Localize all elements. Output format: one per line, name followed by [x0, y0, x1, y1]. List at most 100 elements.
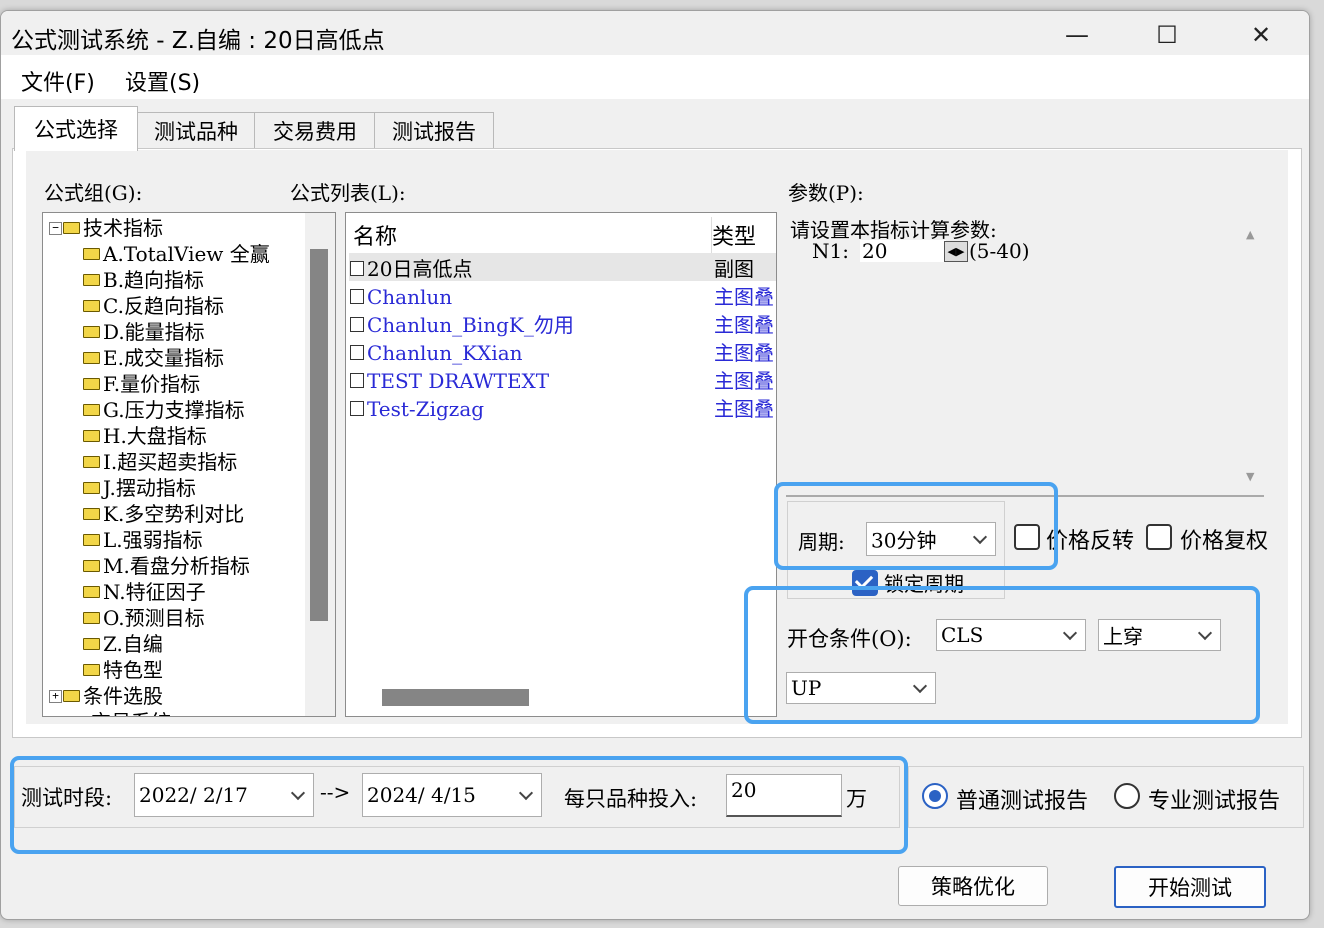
test-period-label: 测试时段: [21, 786, 113, 810]
list-item[interactable]: TEST DRAWTEXT 主图叠 [350, 367, 774, 395]
radio-dot-icon [929, 790, 941, 802]
formula-list[interactable]: 名称 类型 20日高低点 副图 Chanlun 主图叠 Chanlun_BingK_勿用… [345, 212, 777, 717]
tree-item[interactable]: M.看盘分析指标 [83, 553, 250, 579]
start-test-button[interactable]: 开始测试 [1114, 866, 1266, 908]
n1-spin-icon[interactable]: ◀▶ [944, 241, 968, 262]
tab-formula-select[interactable]: 公式选择 [14, 106, 138, 151]
tab-test-symbols[interactable]: 测试品种 [136, 112, 256, 149]
formula-doc-icon [350, 373, 364, 388]
tree-scrollbar[interactable] [305, 213, 335, 716]
folder-icon [83, 585, 100, 598]
folder-icon [83, 299, 100, 312]
invest-input[interactable]: 20 [726, 774, 842, 817]
window-title: 公式测试系统 - Z.自编 : 20日高低点 [11, 28, 385, 54]
menu-settings[interactable]: 设置(S) [125, 65, 200, 97]
optimize-button[interactable]: 策略优化 [898, 866, 1048, 906]
price-reverse-checkbox[interactable] [1014, 524, 1040, 550]
start-date-picker[interactable]: 2022/ 2/17 [134, 773, 314, 817]
formula-group-label: 公式组(G): [44, 181, 143, 205]
invest-unit: 万 [846, 787, 867, 811]
n1-label: N1: [812, 239, 849, 263]
column-header-type[interactable]: 类型 [710, 217, 776, 253]
scroll-up-icon[interactable]: ▲ [1246, 228, 1254, 241]
folder-icon [63, 221, 80, 234]
lock-period-checkbox[interactable] [852, 570, 878, 596]
collapse-icon[interactable]: − [49, 222, 62, 235]
tree-item[interactable]: B.趋向指标 [83, 267, 204, 293]
folder-icon [83, 377, 100, 390]
folder-icon [83, 273, 100, 286]
period-label: 周期: [798, 530, 845, 554]
folder-icon [83, 429, 100, 442]
folder-icon [83, 663, 100, 676]
menu-bar: 文件(F) 设置(S) [1, 55, 1309, 99]
open-folder-icon [83, 637, 100, 650]
formula-list-label: 公式列表(L): [290, 181, 406, 205]
folder-icon [63, 689, 80, 702]
formula-doc-icon [350, 345, 364, 360]
list-item[interactable]: Test-Zigzag 主图叠 [350, 395, 774, 423]
maximize-button[interactable]: ☐ [1137, 15, 1197, 55]
formula-doc-icon [350, 317, 364, 332]
folder-icon [83, 611, 100, 624]
tree-item[interactable]: Z.自编 [83, 631, 163, 657]
tree-item[interactable]: K.多空势利对比 [83, 501, 244, 527]
list-item[interactable]: 20日高低点 副图 [350, 255, 774, 283]
report-normal-radio[interactable] [922, 783, 948, 809]
tree-item[interactable]: E.成交量指标 [83, 345, 224, 371]
chevron-down-icon [972, 529, 988, 545]
tree-item[interactable]: O.预测目标 [83, 605, 205, 631]
tree-item[interactable]: N.特征因子 [83, 579, 206, 605]
folder-icon [83, 481, 100, 494]
condition-target-select[interactable]: UP [786, 672, 936, 704]
lock-period-label: 锁定周期 [884, 572, 964, 596]
formula-doc-icon [350, 401, 364, 416]
report-pro-radio[interactable] [1114, 783, 1140, 809]
list-item[interactable]: Chanlun 主图叠 [350, 283, 774, 311]
tree-item[interactable]: F.量价指标 [83, 371, 200, 397]
condition-field-select[interactable]: CLS [936, 619, 1086, 651]
invest-label: 每只品种投入: [564, 787, 698, 811]
close-button[interactable]: ✕ [1231, 15, 1291, 55]
report-normal-label: 普通测试报告 [956, 789, 1089, 814]
formula-doc-icon [350, 261, 364, 276]
tree-item[interactable]: J.摆动指标 [83, 475, 196, 501]
tree-item[interactable]: G.压力支撑指标 [83, 397, 245, 423]
tab-test-report[interactable]: 测试报告 [374, 112, 494, 149]
chevron-down-icon [290, 785, 306, 801]
list-hscroll-thumb[interactable] [382, 689, 529, 706]
expand-icon[interactable]: + [49, 690, 62, 703]
folder-icon [83, 247, 100, 260]
formula-group-tree[interactable]: − 技术指标 A.TotalView 全赢 B.趋向指标 C.反趋向指标 D.能量指标… [42, 212, 336, 717]
period-select[interactable]: 30分钟 [866, 522, 996, 556]
chevron-down-icon [1062, 625, 1078, 641]
tree-item[interactable]: C.反趋向指标 [83, 293, 224, 319]
open-condition-label: 开仓条件(O): [787, 627, 912, 651]
menu-file[interactable]: 文件(F) [21, 65, 95, 97]
tree-root-condition[interactable]: 条件选股 [63, 683, 163, 709]
list-item[interactable]: Chanlun_KXian 主图叠 [350, 339, 774, 367]
params-scrollbar[interactable]: ▲ ▼ [1240, 212, 1264, 492]
tree-item[interactable]: I.超买超卖指标 [83, 449, 237, 475]
folder-icon [83, 533, 100, 546]
column-header-name[interactable]: 名称 [348, 217, 712, 253]
report-pro-label: 专业测试报告 [1148, 789, 1281, 814]
n1-input[interactable]: 20 [860, 240, 946, 262]
tree-item[interactable]: H.大盘指标 [83, 423, 207, 449]
tree-scroll-thumb[interactable] [310, 249, 328, 621]
scroll-down-icon[interactable]: ▼ [1246, 470, 1254, 483]
end-date-picker[interactable]: 2024/ 4/15 [362, 773, 542, 817]
tree-root-tech[interactable]: 技术指标 [63, 215, 163, 241]
tree-item[interactable]: A.TotalView 全赢 [83, 241, 270, 267]
tree-root-trade-system[interactable]: 交易系统 [91, 709, 171, 716]
minimize-button[interactable]: — [1047, 15, 1107, 55]
tree-item[interactable]: D.能量指标 [83, 319, 205, 345]
tree-item[interactable]: 特色型 [83, 657, 163, 683]
n1-range: (5-40) [969, 239, 1030, 263]
tree-item[interactable]: L.强弱指标 [83, 527, 203, 553]
price-adjust-checkbox[interactable] [1146, 524, 1172, 550]
check-icon [854, 570, 874, 590]
condition-operator-select[interactable]: 上穿 [1098, 619, 1221, 651]
list-item[interactable]: Chanlun_BingK_勿用 主图叠 [350, 311, 774, 339]
tab-trading-fees[interactable]: 交易费用 [254, 112, 376, 149]
